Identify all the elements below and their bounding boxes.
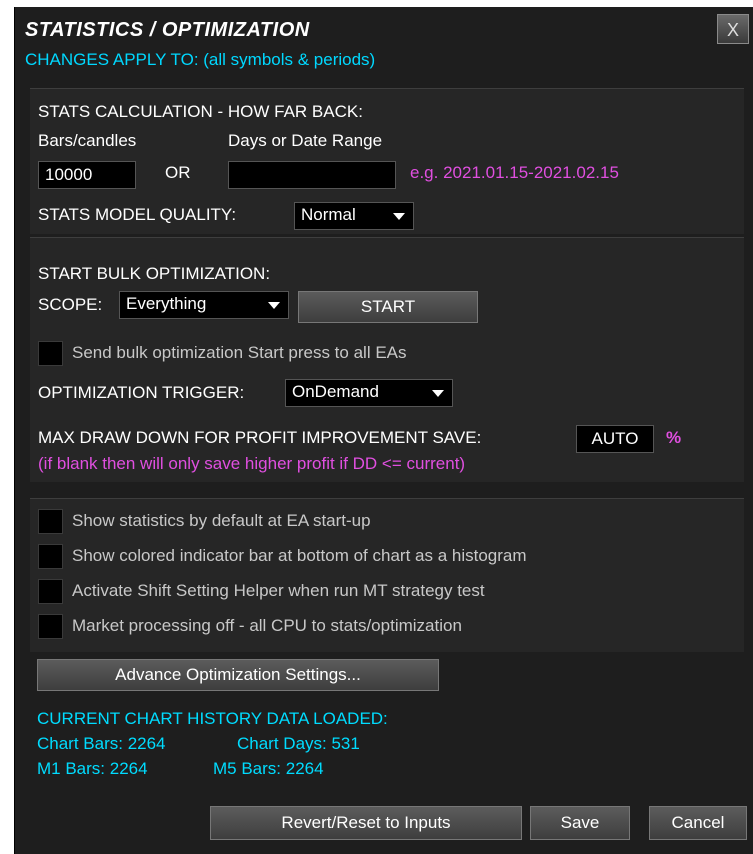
history-heading: CURRENT CHART HISTORY DATA LOADED: (37, 709, 388, 728)
send-all-eas-checkbox[interactable] (38, 341, 63, 366)
model-quality-label: STATS MODEL QUALITY: (38, 205, 237, 224)
scope-value: Everything (126, 294, 207, 313)
model-quality-value: Normal (301, 205, 356, 224)
option-label-show-stats: Show statistics by default at EA start-u… (72, 511, 371, 530)
max-drawdown-label: MAX DRAW DOWN FOR PROFIT IMPROVEMENT SAV… (38, 428, 482, 447)
option-checkbox-market-off[interactable] (38, 614, 63, 639)
revert-reset-button[interactable]: Revert/Reset to Inputs (210, 806, 522, 840)
close-button[interactable]: X (717, 14, 749, 44)
bulk-optimization-panel: START BULK OPTIMIZATION: SCOPE: Everythi… (30, 237, 744, 482)
stats-calculation-panel: STATS CALCULATION - HOW FAR BACK: Bars/c… (30, 88, 744, 234)
send-all-eas-label: Send bulk optimization Start press to al… (72, 343, 407, 362)
chevron-down-icon (268, 302, 280, 309)
cancel-button[interactable]: Cancel (649, 806, 747, 840)
trigger-label: OPTIMIZATION TRIGGER: (38, 383, 245, 402)
option-checkbox-show-stats[interactable] (38, 509, 63, 534)
chart-bars-stat: Chart Bars: 2264 (37, 734, 166, 753)
option-label-shift-helper: Activate Shift Setting Helper when run M… (72, 581, 485, 600)
bars-candles-label: Bars/candles (38, 131, 137, 150)
option-label-histogram: Show colored indicator bar at bottom of … (72, 546, 527, 565)
chart-days-stat: Chart Days: 531 (237, 734, 360, 753)
scope-select[interactable]: Everything (119, 291, 289, 319)
or-label: OR (165, 163, 191, 182)
display-options-panel: Show statistics by default at EA start-u… (30, 498, 744, 652)
model-quality-select[interactable]: Normal (294, 202, 414, 230)
dialog-title: STATISTICS / OPTIMIZATION (25, 19, 310, 41)
option-label-market-off: Market processing off - all CPU to stats… (72, 616, 462, 635)
chevron-down-icon (393, 213, 405, 220)
max-drawdown-input[interactable]: AUTO (576, 425, 654, 453)
stats-heading: STATS CALCULATION - HOW FAR BACK: (38, 102, 363, 121)
save-button[interactable]: Save (530, 806, 630, 840)
start-button[interactable]: START (298, 291, 478, 323)
statistics-optimization-dialog: STATISTICS / OPTIMIZATION CHANGES APPLY … (14, 7, 753, 854)
m1-bars-stat: M1 Bars: 2264 (37, 759, 148, 778)
chevron-down-icon (432, 390, 444, 397)
days-range-input[interactable] (228, 161, 396, 189)
bars-input[interactable]: 10000 (38, 161, 136, 189)
max-drawdown-unit: % (666, 428, 682, 447)
option-checkbox-shift-helper[interactable] (38, 579, 63, 604)
scope-label: SCOPE: (38, 295, 103, 314)
advance-optimization-settings-button[interactable]: Advance Optimization Settings... (37, 659, 439, 691)
trigger-select[interactable]: OnDemand (285, 379, 453, 407)
max-drawdown-note: (if blank then will only save higher pro… (38, 454, 466, 473)
date-range-example: e.g. 2021.01.15-2021.02.15 (410, 163, 619, 182)
days-range-label: Days or Date Range (228, 131, 383, 150)
m5-bars-stat: M5 Bars: 2264 (213, 759, 324, 778)
trigger-value: OnDemand (292, 382, 379, 401)
dialog-subtitle: CHANGES APPLY TO: (all symbols & periods… (25, 50, 376, 69)
bulk-heading: START BULK OPTIMIZATION: (38, 264, 271, 283)
option-checkbox-histogram[interactable] (38, 544, 63, 569)
